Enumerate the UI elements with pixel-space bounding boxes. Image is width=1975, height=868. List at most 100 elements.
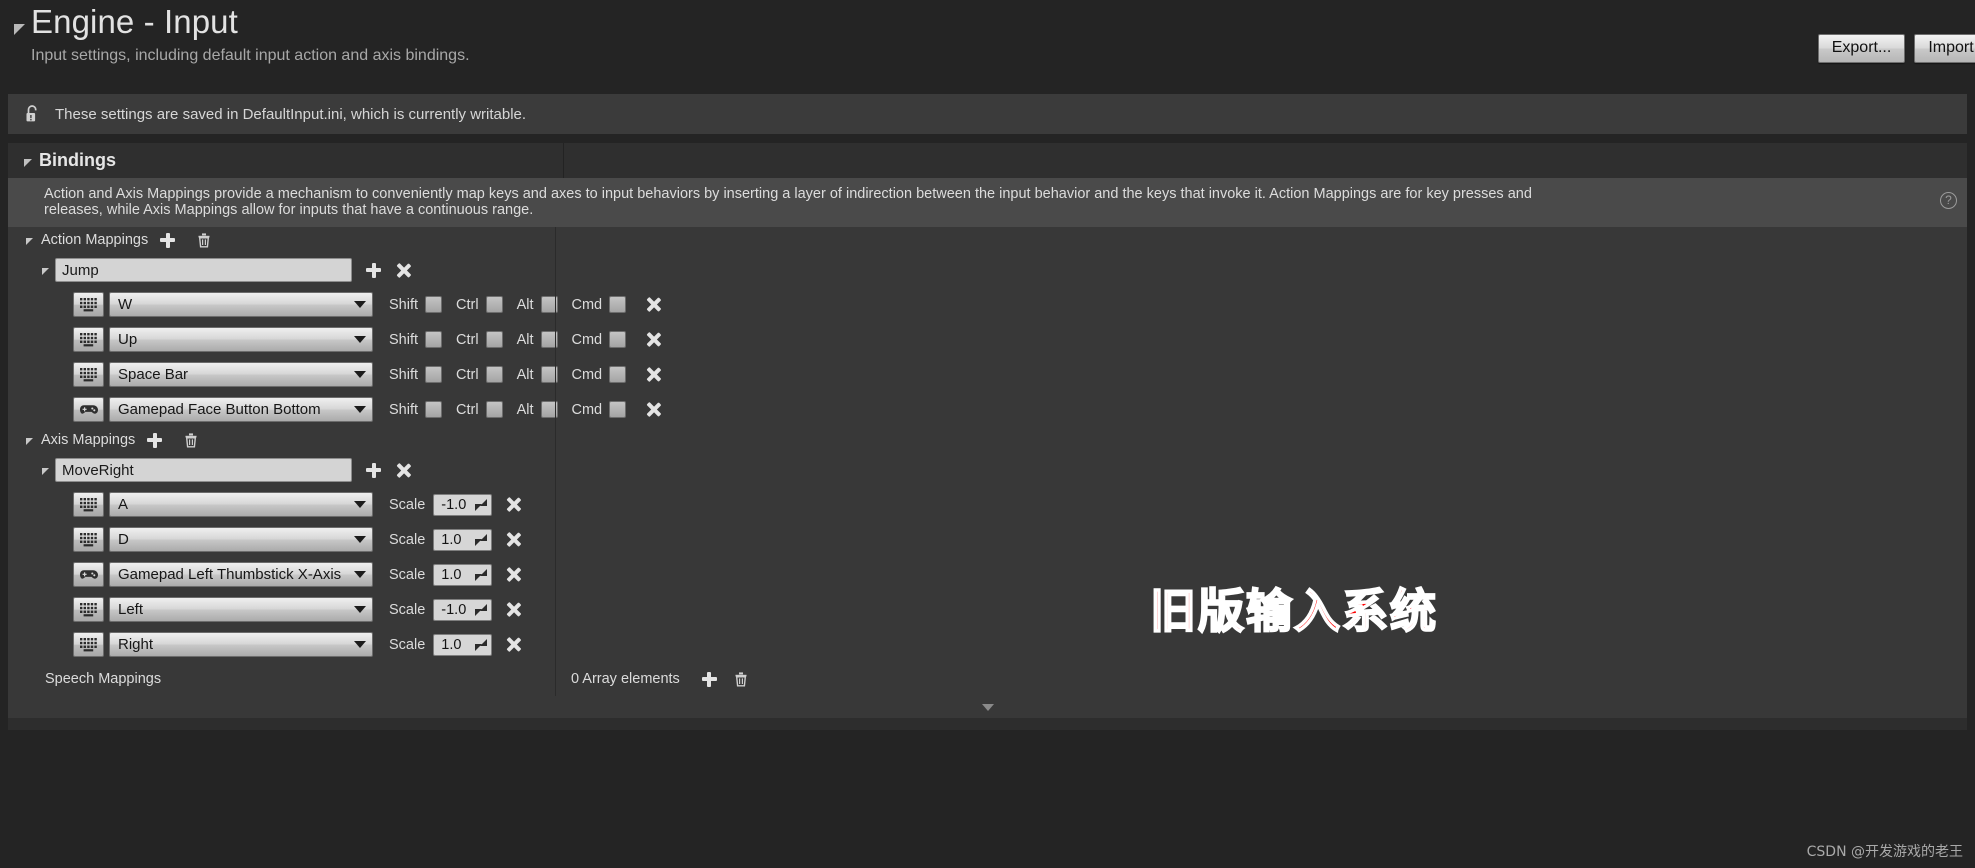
chevron-down-icon[interactable] [26, 438, 33, 445]
spinner-arrows-icon[interactable] [475, 498, 488, 511]
cmd-checkbox[interactable] [609, 401, 627, 418]
axis-binding-row: Right Scale 1.0 [8, 627, 1967, 662]
scale-input[interactable]: -1.0 [433, 598, 493, 621]
shift-checkbox[interactable] [425, 401, 443, 418]
plus-icon [147, 432, 163, 448]
axis-binding-row: Left Scale -1.0 [8, 592, 1967, 627]
remove-binding-button[interactable] [506, 637, 521, 652]
gamepad-icon[interactable] [73, 562, 104, 587]
keyboard-icon[interactable] [73, 527, 104, 552]
page-header: Engine - Input Input settings, including… [0, 0, 1975, 86]
add-action-mapping-button[interactable] [160, 232, 176, 248]
key-select[interactable]: D [109, 527, 373, 552]
chevron-down-icon[interactable] [42, 468, 49, 475]
axis-mappings-header[interactable]: Axis Mappings [8, 427, 1967, 453]
clear-axis-mappings-button[interactable] [184, 432, 198, 448]
key-select[interactable]: W [109, 292, 373, 317]
scale-label: Scale [389, 601, 426, 618]
ctrl-checkbox[interactable] [485, 366, 503, 383]
key-select[interactable]: Up [109, 327, 373, 352]
notice-text: These settings are saved in DefaultInput… [55, 105, 527, 123]
remove-binding-button[interactable] [506, 602, 521, 617]
clear-action-mappings-button[interactable] [197, 232, 211, 248]
x-icon [396, 463, 411, 478]
remove-binding-button[interactable] [506, 567, 521, 582]
remove-axis-mapping-button[interactable] [396, 463, 411, 478]
export-button[interactable]: Export... [1817, 34, 1906, 63]
clear-speech-mappings-button[interactable] [734, 671, 748, 687]
remove-binding-button[interactable] [646, 367, 661, 382]
keyboard-icon[interactable] [73, 632, 104, 657]
x-icon [506, 637, 521, 652]
gamepad-icon[interactable] [73, 397, 104, 422]
import-button[interactable]: Import... [1914, 34, 1975, 63]
key-select[interactable]: Left [109, 597, 373, 622]
add-speech-mapping-button[interactable] [701, 671, 717, 687]
bindings-section-header[interactable]: Bindings [8, 143, 1967, 178]
remove-binding-button[interactable] [646, 402, 661, 417]
scale-input[interactable]: 1.0 [433, 633, 493, 656]
chevron-down-icon [354, 536, 366, 543]
key-select[interactable]: Space Bar [109, 362, 373, 387]
key-select[interactable]: A [109, 492, 373, 517]
action-mapping-name-input[interactable] [55, 258, 352, 282]
chevron-down-icon [354, 371, 366, 378]
keyboard-icon[interactable] [73, 492, 104, 517]
action-mappings-header[interactable]: Action Mappings [8, 227, 1967, 253]
shift-checkbox[interactable] [425, 331, 443, 348]
spinner-arrows-icon[interactable] [475, 533, 488, 546]
scale-label: Scale [389, 531, 426, 548]
key-select[interactable]: Gamepad Left Thumbstick X-Axis [109, 562, 373, 587]
axis-mapping-name-input[interactable] [55, 458, 352, 482]
bindings-description: Action and Axis Mappings provide a mecha… [44, 186, 1532, 218]
scroll-more-bar[interactable] [8, 696, 1967, 718]
cmd-label: Cmd [571, 401, 603, 418]
shift-checkbox[interactable] [425, 296, 443, 313]
chevron-down-icon[interactable] [24, 158, 32, 167]
scale-input[interactable]: -1.0 [433, 493, 493, 516]
axis-mappings-label: Axis Mappings [41, 432, 136, 448]
ctrl-label: Ctrl [456, 366, 479, 383]
help-circle-icon[interactable]: ? [1940, 192, 1957, 209]
remove-binding-button[interactable] [646, 332, 661, 347]
cmd-checkbox[interactable] [609, 331, 627, 348]
chevron-down-icon[interactable] [981, 703, 994, 711]
remove-binding-button[interactable] [646, 297, 661, 312]
plus-icon [701, 671, 717, 687]
column-splitter[interactable] [555, 227, 556, 696]
shift-checkbox[interactable] [425, 366, 443, 383]
add-axis-binding-button[interactable] [366, 462, 381, 478]
modifier-group: Shift Ctrl Alt Cmd [389, 331, 640, 348]
collapse-triangle-icon[interactable] [14, 24, 25, 35]
spinner-arrows-icon[interactable] [475, 603, 488, 616]
scale-value: 1.0 [441, 566, 462, 583]
spinner-arrows-icon[interactable] [475, 638, 488, 651]
keyboard-icon[interactable] [73, 292, 104, 317]
remove-binding-button[interactable] [506, 532, 521, 547]
axis-mapping-group-row [8, 453, 1967, 487]
ctrl-checkbox[interactable] [485, 401, 503, 418]
action-binding-row: W Shift Ctrl Alt Cmd [8, 287, 1967, 322]
shift-label: Shift [389, 366, 419, 383]
add-action-binding-button[interactable] [366, 262, 381, 278]
axis-binding-row: A Scale -1.0 [8, 487, 1967, 522]
keyboard-icon[interactable] [73, 327, 104, 352]
scale-input[interactable]: 1.0 [433, 528, 493, 551]
scale-input[interactable]: 1.0 [433, 563, 493, 586]
chevron-down-icon[interactable] [42, 268, 49, 275]
spinner-arrows-icon[interactable] [475, 568, 488, 581]
key-select[interactable]: Right [109, 632, 373, 657]
chevron-down-icon[interactable] [26, 238, 33, 245]
keyboard-icon[interactable] [73, 362, 104, 387]
cmd-checkbox[interactable] [609, 296, 627, 313]
add-axis-mapping-button[interactable] [147, 432, 163, 448]
action-mapping-group-row [8, 253, 1967, 287]
cmd-checkbox[interactable] [609, 366, 627, 383]
key-select[interactable]: Gamepad Face Button Bottom [109, 397, 373, 422]
keyboard-icon[interactable] [73, 597, 104, 622]
page-title: Engine - Input [31, 3, 238, 40]
ctrl-checkbox[interactable] [485, 331, 503, 348]
remove-action-mapping-button[interactable] [396, 263, 411, 278]
remove-binding-button[interactable] [506, 497, 521, 512]
ctrl-checkbox[interactable] [485, 296, 503, 313]
